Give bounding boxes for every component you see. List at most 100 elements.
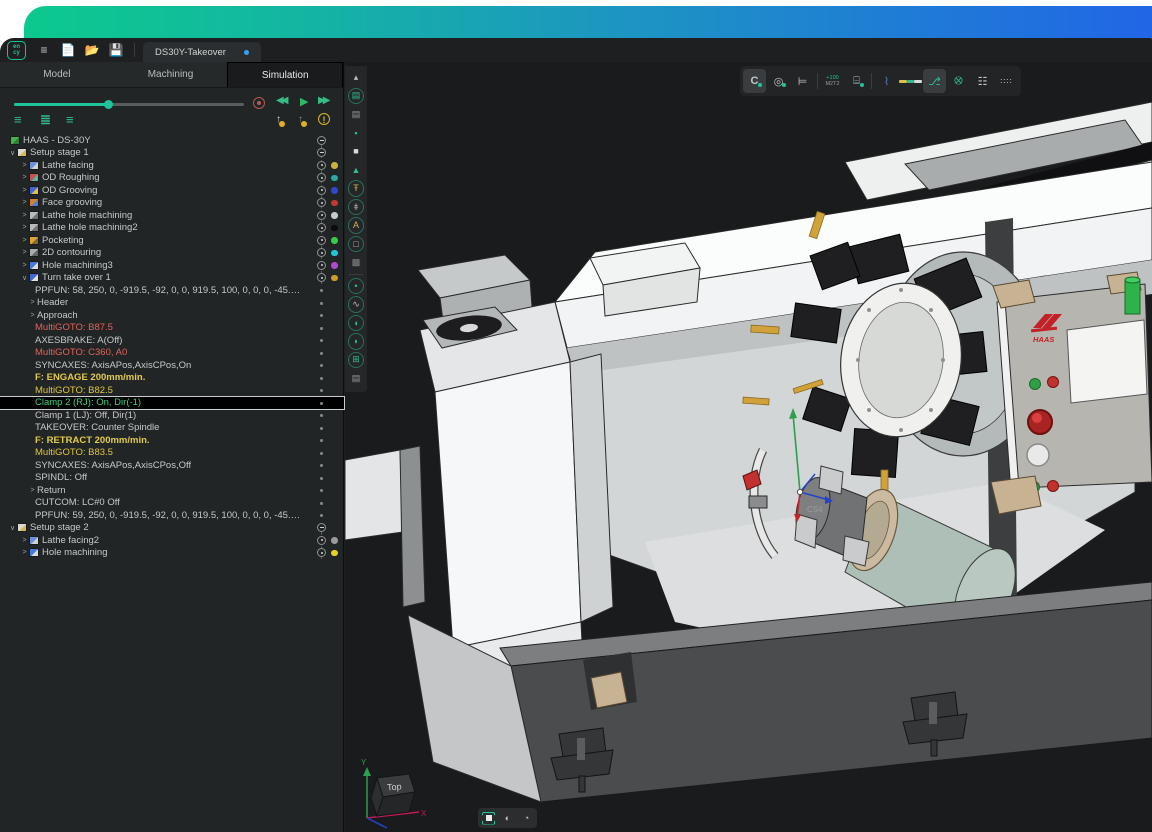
tree-row[interactable]: SYNCAXES: AxisAPos,AxisCPos,Off [0, 459, 344, 472]
signal-graph-icon[interactable]: ⌇ [875, 69, 898, 93]
caret-closed-icon[interactable]: > [20, 174, 29, 181]
caret-closed-icon[interactable]: > [20, 162, 29, 169]
tree-row[interactable]: >Lathe hole machining [0, 209, 344, 222]
stock-layers-icon[interactable] [899, 69, 922, 93]
tree-row[interactable]: >Lathe facing2 [0, 534, 344, 547]
tree-row[interactable]: Clamp 2 (RJ): On, Dir(-1) [0, 397, 344, 410]
visibility-toggle-icon[interactable] [317, 273, 326, 282]
visibility-toggle-icon[interactable] [317, 136, 326, 145]
toolpath-wave-icon[interactable]: ∿ [347, 295, 365, 314]
tree-row[interactable]: >OD Grooving [0, 184, 344, 197]
caret-closed-icon[interactable]: > [20, 199, 29, 206]
tree-row[interactable]: >Hole machining3 [0, 259, 344, 272]
visibility-toggle-icon[interactable] [317, 548, 326, 557]
tab-simulation[interactable]: Simulation [227, 62, 343, 87]
rewind-button[interactable]: ◀◀ [276, 95, 285, 106]
orbit-icon[interactable]: ◐ [501, 812, 514, 825]
focus-target-icon[interactable]: ⭙ [947, 69, 970, 93]
visibility-toggle-icon[interactable] [317, 261, 326, 270]
caret-open-icon[interactable]: ∨ [20, 274, 29, 282]
tree-row[interactable]: Clamp 1 (LJ): Off, Dir(1) [0, 409, 344, 422]
caret-open-icon[interactable]: ∨ [8, 524, 17, 532]
stock-solid-icon[interactable]: ▲ [347, 161, 365, 180]
material-view-icon[interactable]: ◗ [347, 332, 365, 351]
fast-forward-button[interactable]: ▶▶ [318, 95, 327, 106]
tree-row[interactable]: >Hole machining [0, 547, 344, 560]
tree-row[interactable]: ∨Setup stage 1 [0, 147, 344, 160]
visibility-toggle-icon[interactable] [317, 248, 326, 257]
visibility-toggle-icon[interactable] [317, 198, 326, 207]
view-cube[interactable]: Y X Top [353, 754, 431, 832]
visibility-toggle-icon[interactable] [317, 161, 326, 170]
section-hatch-icon[interactable]: ▩ [347, 253, 365, 272]
grouped-list-icon[interactable]: ≡ [66, 112, 74, 127]
collapse-chevron-icon[interactable]: ▴ [347, 68, 365, 87]
tree-row[interactable]: >Header [0, 297, 344, 310]
tree-row[interactable]: MultiGOTO: B83.5 [0, 447, 344, 460]
tree-row[interactable]: >Lathe facing [0, 159, 344, 172]
tree-row[interactable]: HAAS - DS-30Y [0, 134, 344, 147]
visibility-toggle-icon[interactable] [317, 523, 326, 532]
tree-row[interactable]: ∨Setup stage 2 [0, 522, 344, 535]
node-link-icon[interactable]: ⎇ [923, 69, 946, 93]
tree-row[interactable]: F: ENGAGE 200mm/min. [0, 372, 344, 385]
position-readout-icon[interactable]: +100M2T2 [821, 69, 844, 93]
slider-thumb[interactable] [104, 100, 113, 109]
apps-grid-icon[interactable]: ∷∷ [995, 69, 1018, 93]
menu-icon[interactable]: ≡ [34, 41, 54, 59]
stock-icon[interactable]: ▪ [347, 124, 365, 143]
tree-row[interactable]: CUTCOM: LC#0 Off [0, 497, 344, 510]
caret-closed-icon[interactable]: > [28, 299, 37, 306]
tree-row[interactable]: SYNCAXES: AxisAPos,AxisCPos,On [0, 359, 344, 372]
caret-closed-icon[interactable]: > [20, 187, 29, 194]
workpiece-icon[interactable]: ■ [347, 142, 365, 161]
visibility-toggle-icon[interactable] [317, 148, 326, 157]
save-icon[interactable]: 💾 [106, 41, 126, 59]
point-icon[interactable]: • [347, 277, 365, 296]
machine-sim-icon[interactable]: C [743, 69, 766, 93]
caret-closed-icon[interactable]: > [20, 262, 29, 269]
indented-list-icon[interactable]: ≣ [40, 112, 51, 128]
caret-closed-icon[interactable]: > [20, 212, 29, 219]
tree-row[interactable]: >2D contouring [0, 247, 344, 260]
inspect-lens-icon[interactable]: ◎ [767, 69, 790, 93]
play-button[interactable]: ▶ [300, 95, 308, 108]
caret-closed-icon[interactable]: > [28, 312, 37, 319]
visibility-toggle-icon[interactable] [317, 211, 326, 220]
tree-row[interactable]: >Lathe hole machining2 [0, 222, 344, 235]
spin-view-icon[interactable]: ◔ [520, 812, 533, 825]
app-logo[interactable]: en cy [7, 41, 26, 60]
tree-row[interactable]: F: RETRACT 200mm/min. [0, 434, 344, 447]
fit-view-icon[interactable] [482, 812, 495, 825]
next-issue-icon[interactable]: ↑ [298, 114, 303, 125]
caret-closed-icon[interactable]: > [28, 487, 37, 494]
caret-closed-icon[interactable]: > [20, 549, 29, 556]
tree-row[interactable]: >Face grooving [0, 197, 344, 210]
visibility-toggle-icon[interactable] [317, 223, 326, 232]
tool-icon[interactable]: Ŧ [347, 179, 365, 198]
solid-view-icon[interactable]: ◖ [347, 314, 365, 333]
caret-closed-icon[interactable]: > [20, 537, 29, 544]
tab-machining[interactable]: Machining [114, 62, 228, 87]
caret-open-icon[interactable]: ∨ [8, 149, 17, 157]
open-folder-icon[interactable]: 📂 [82, 41, 102, 59]
tree-row[interactable]: >Return [0, 484, 344, 497]
display-options-icon[interactable]: ☷ [971, 69, 994, 93]
calculator-icon[interactable]: ⌸ [845, 69, 868, 93]
tree-row[interactable]: >OD Roughing [0, 172, 344, 185]
machine-housing-dim-icon[interactable]: ▤ [347, 105, 365, 124]
sim-progress-slider[interactable] [14, 103, 244, 106]
tree-row[interactable]: PPFUN: 59, 250, 0, -919.5, -92, 0, 0, 91… [0, 509, 344, 522]
visibility-toggle-icon[interactable] [317, 173, 326, 182]
holder-icon[interactable]: ǂ [347, 198, 365, 217]
measure-caliper-icon[interactable]: ⊨ [791, 69, 814, 93]
tree-row[interactable]: >Pocketing [0, 234, 344, 247]
tree-row[interactable]: SPINDL: Off [0, 472, 344, 485]
tree-row[interactable]: >Approach [0, 309, 344, 322]
tab-model[interactable]: Model [0, 62, 114, 87]
tree-row[interactable]: MultiGOTO: B82.5 [0, 384, 344, 397]
new-file-icon[interactable]: 📄 [58, 41, 78, 59]
axes-letter-icon[interactable]: A [347, 216, 365, 235]
tree-row[interactable]: TAKEOVER: Counter Spindle [0, 422, 344, 435]
warning-icon[interactable]: ! [318, 113, 330, 125]
